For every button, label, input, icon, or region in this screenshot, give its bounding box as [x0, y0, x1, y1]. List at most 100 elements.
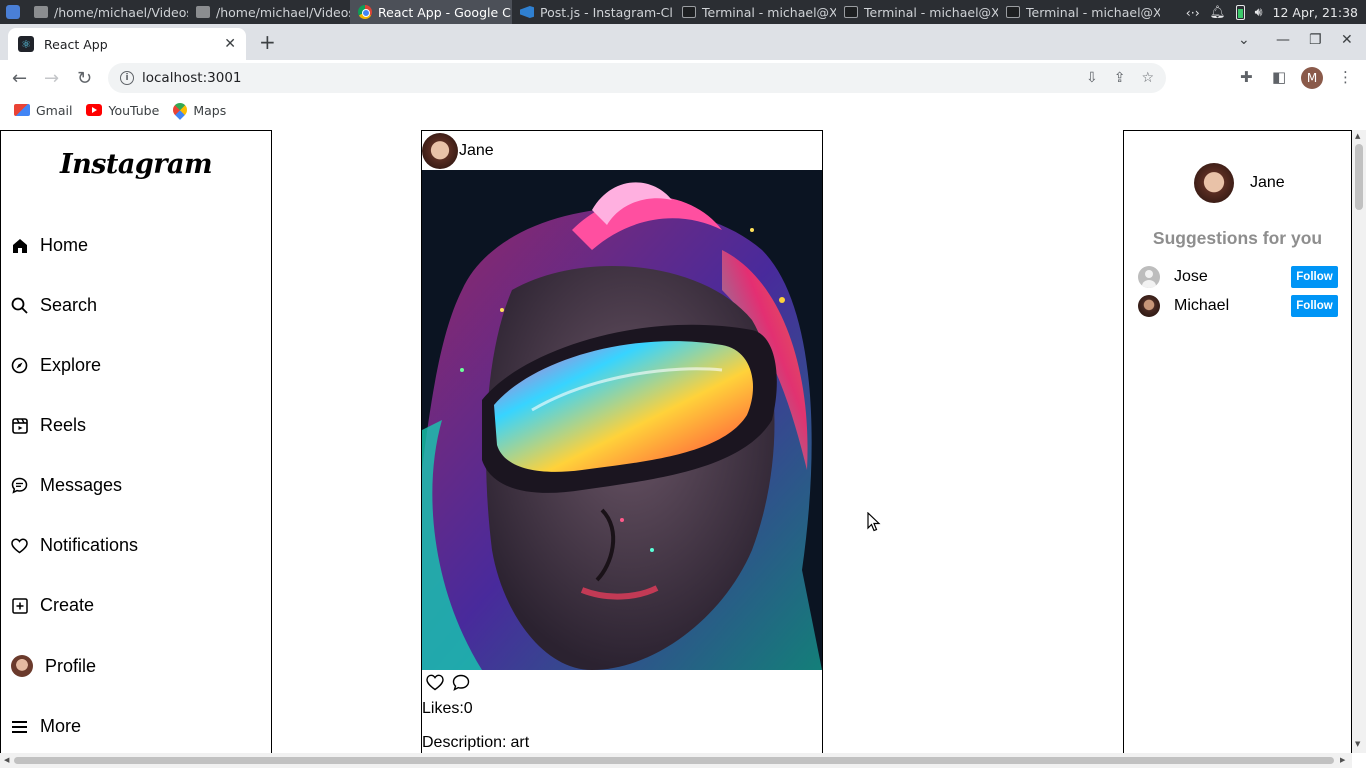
sidebar-item-more[interactable]: More — [11, 716, 81, 737]
task-label: /home/michael/Videos — [54, 4, 188, 20]
close-tab-icon[interactable]: ✕ — [224, 36, 236, 52]
sidebar: Instagram Home Search Explore Reels Mess… — [0, 130, 272, 753]
default-avatar-icon[interactable] — [1138, 266, 1160, 288]
post-author[interactable]: Jane — [459, 142, 494, 160]
network-icon[interactable]: ‹·› — [1186, 5, 1200, 20]
vertical-scrollbar[interactable]: ▲ ▼ — [1352, 130, 1366, 753]
reels-icon — [11, 417, 28, 434]
like-heart-icon[interactable] — [426, 674, 444, 695]
install-icon[interactable]: ⇩ — [1086, 70, 1098, 86]
suggestion-name[interactable]: Michael — [1174, 297, 1229, 315]
avatar — [11, 655, 33, 677]
taskbar-task-terminal-2[interactable]: Terminal - michael@X... — [836, 0, 998, 24]
task-label: React App - Google C... — [378, 4, 512, 20]
sidebar-item-label: More — [40, 716, 82, 736]
scroll-down-arrow-icon[interactable]: ▼ — [1355, 740, 1360, 748]
tab-title: React App — [44, 36, 108, 52]
vscode-icon — [520, 6, 534, 18]
bell-icon[interactable]: 🔔︎ — [1210, 4, 1226, 20]
clock[interactable]: 12 Apr, 21:38 — [1273, 5, 1358, 20]
profile-avatar[interactable]: M — [1301, 67, 1323, 89]
url-text: localhost:3001 — [142, 70, 242, 86]
minimize-button[interactable]: — — [1276, 32, 1290, 48]
taskbar-task-files-2[interactable]: /home/michael/Videos — [188, 0, 350, 24]
search-icon — [11, 297, 28, 314]
react-favicon-icon: ⚛ — [18, 36, 34, 52]
suggestion-row: Jose Follow — [1138, 265, 1338, 289]
scroll-right-arrow-icon[interactable]: ▶ — [1340, 756, 1345, 764]
sidebar-item-home[interactable]: Home — [11, 235, 88, 256]
restore-button[interactable]: ❐ — [1309, 32, 1322, 48]
bookmark-label: YouTube — [108, 102, 160, 118]
share-icon[interactable]: ⇪ — [1114, 70, 1126, 86]
system-tray: ‹·› 🔔︎ 🔊︎ 12 Apr, 21:38 — [1186, 4, 1366, 20]
taskbar-task-chrome[interactable]: React App - Google C... — [350, 0, 512, 24]
app-menu-button[interactable] — [0, 0, 26, 24]
description-label: Description: — [422, 734, 507, 751]
sidebar-item-label: Home — [40, 235, 89, 255]
avatar[interactable] — [422, 132, 458, 169]
scroll-left-arrow-icon[interactable]: ◀ — [4, 756, 9, 764]
bookmark-gmail[interactable]: Gmail — [14, 103, 72, 118]
battery-icon[interactable] — [1235, 4, 1245, 20]
bookmark-star-icon[interactable]: ☆ — [1141, 70, 1154, 86]
message-icon — [11, 477, 28, 494]
instagram-logo[interactable]: Instagram — [1, 149, 271, 180]
sidebar-item-profile[interactable]: Profile — [11, 655, 96, 677]
sidebar-item-label: Create — [40, 595, 95, 615]
avatar[interactable] — [1138, 295, 1160, 317]
side-panel-icon[interactable]: ◧ — [1272, 68, 1286, 86]
chrome-icon — [358, 5, 372, 19]
current-username: Jane — [1250, 174, 1285, 191]
mouse-cursor-icon — [867, 512, 881, 532]
feed-post: Jane Likes:0 Description: art — [421, 130, 823, 753]
forward-button[interactable]: → — [44, 68, 59, 89]
terminal-icon — [682, 6, 696, 18]
close-window-button[interactable]: ✕ — [1341, 32, 1353, 48]
sidebar-item-search[interactable]: Search — [11, 295, 97, 316]
current-user[interactable]: Jane — [1194, 163, 1285, 203]
bookmark-maps[interactable]: Maps — [170, 100, 226, 120]
app-menu-icon — [6, 5, 20, 19]
page-viewport: Instagram Home Search Explore Reels Mess… — [0, 130, 1366, 753]
site-info-icon[interactable]: i — [120, 71, 134, 85]
reload-button[interactable]: ↻ — [77, 68, 92, 89]
youtube-icon — [86, 104, 103, 116]
sidebar-item-explore[interactable]: Explore — [11, 355, 101, 376]
chrome-menu-icon[interactable]: ⋮ — [1338, 68, 1353, 86]
browser-tab-strip: ⚛ React App ✕ + ⌄ — ❐ ✕ — [0, 24, 1366, 60]
taskbar-task-files-1[interactable]: /home/michael/Videos — [26, 0, 188, 24]
post-actions — [426, 674, 470, 695]
taskbar-task-terminal-3[interactable]: Terminal - michael@X... — [998, 0, 1160, 24]
follow-button[interactable]: Follow — [1291, 295, 1338, 317]
plus-square-icon — [11, 597, 28, 614]
bookmarks-bar: Gmail YouTube Maps — [0, 96, 1366, 124]
taskbar-task-vscode[interactable]: Post.js - Instagram-Cl... — [512, 0, 674, 24]
bookmark-label: Gmail — [36, 102, 73, 118]
back-button[interactable]: ← — [12, 68, 27, 89]
sidebar-item-reels[interactable]: Reels — [11, 415, 86, 436]
taskbar-task-terminal-1[interactable]: Terminal - michael@X... — [674, 0, 836, 24]
task-label: Terminal - michael@X... — [864, 4, 998, 20]
post-image[interactable] — [422, 170, 822, 670]
follow-button[interactable]: Follow — [1291, 266, 1338, 288]
extensions-icon[interactable]: ✚ — [1240, 68, 1253, 86]
heart-icon — [11, 537, 28, 554]
comment-icon[interactable] — [452, 674, 470, 695]
task-label: Terminal - michael@X... — [702, 4, 836, 20]
sidebar-item-notifications[interactable]: Notifications — [11, 535, 138, 556]
vertical-scroll-thumb[interactable] — [1355, 144, 1363, 210]
new-tab-button[interactable]: + — [259, 30, 276, 54]
browser-tab[interactable]: ⚛ React App ✕ — [8, 28, 246, 60]
terminal-icon — [844, 6, 858, 18]
suggestion-name[interactable]: Jose — [1174, 268, 1208, 286]
horizontal-scrollbar[interactable]: ◀ ▶ — [0, 753, 1352, 768]
sidebar-item-messages[interactable]: Messages — [11, 475, 122, 496]
horizontal-scroll-thumb[interactable] — [14, 757, 1334, 764]
address-bar[interactable]: i localhost:3001 ⇩ ⇪ ☆ — [108, 63, 1166, 93]
bookmark-youtube[interactable]: YouTube — [86, 103, 159, 118]
sidebar-item-create[interactable]: Create — [11, 595, 94, 616]
volume-icon[interactable]: 🔊︎ — [1255, 4, 1263, 20]
tab-search-chevron-icon[interactable]: ⌄ — [1238, 32, 1250, 48]
scroll-up-arrow-icon[interactable]: ▲ — [1355, 132, 1360, 140]
